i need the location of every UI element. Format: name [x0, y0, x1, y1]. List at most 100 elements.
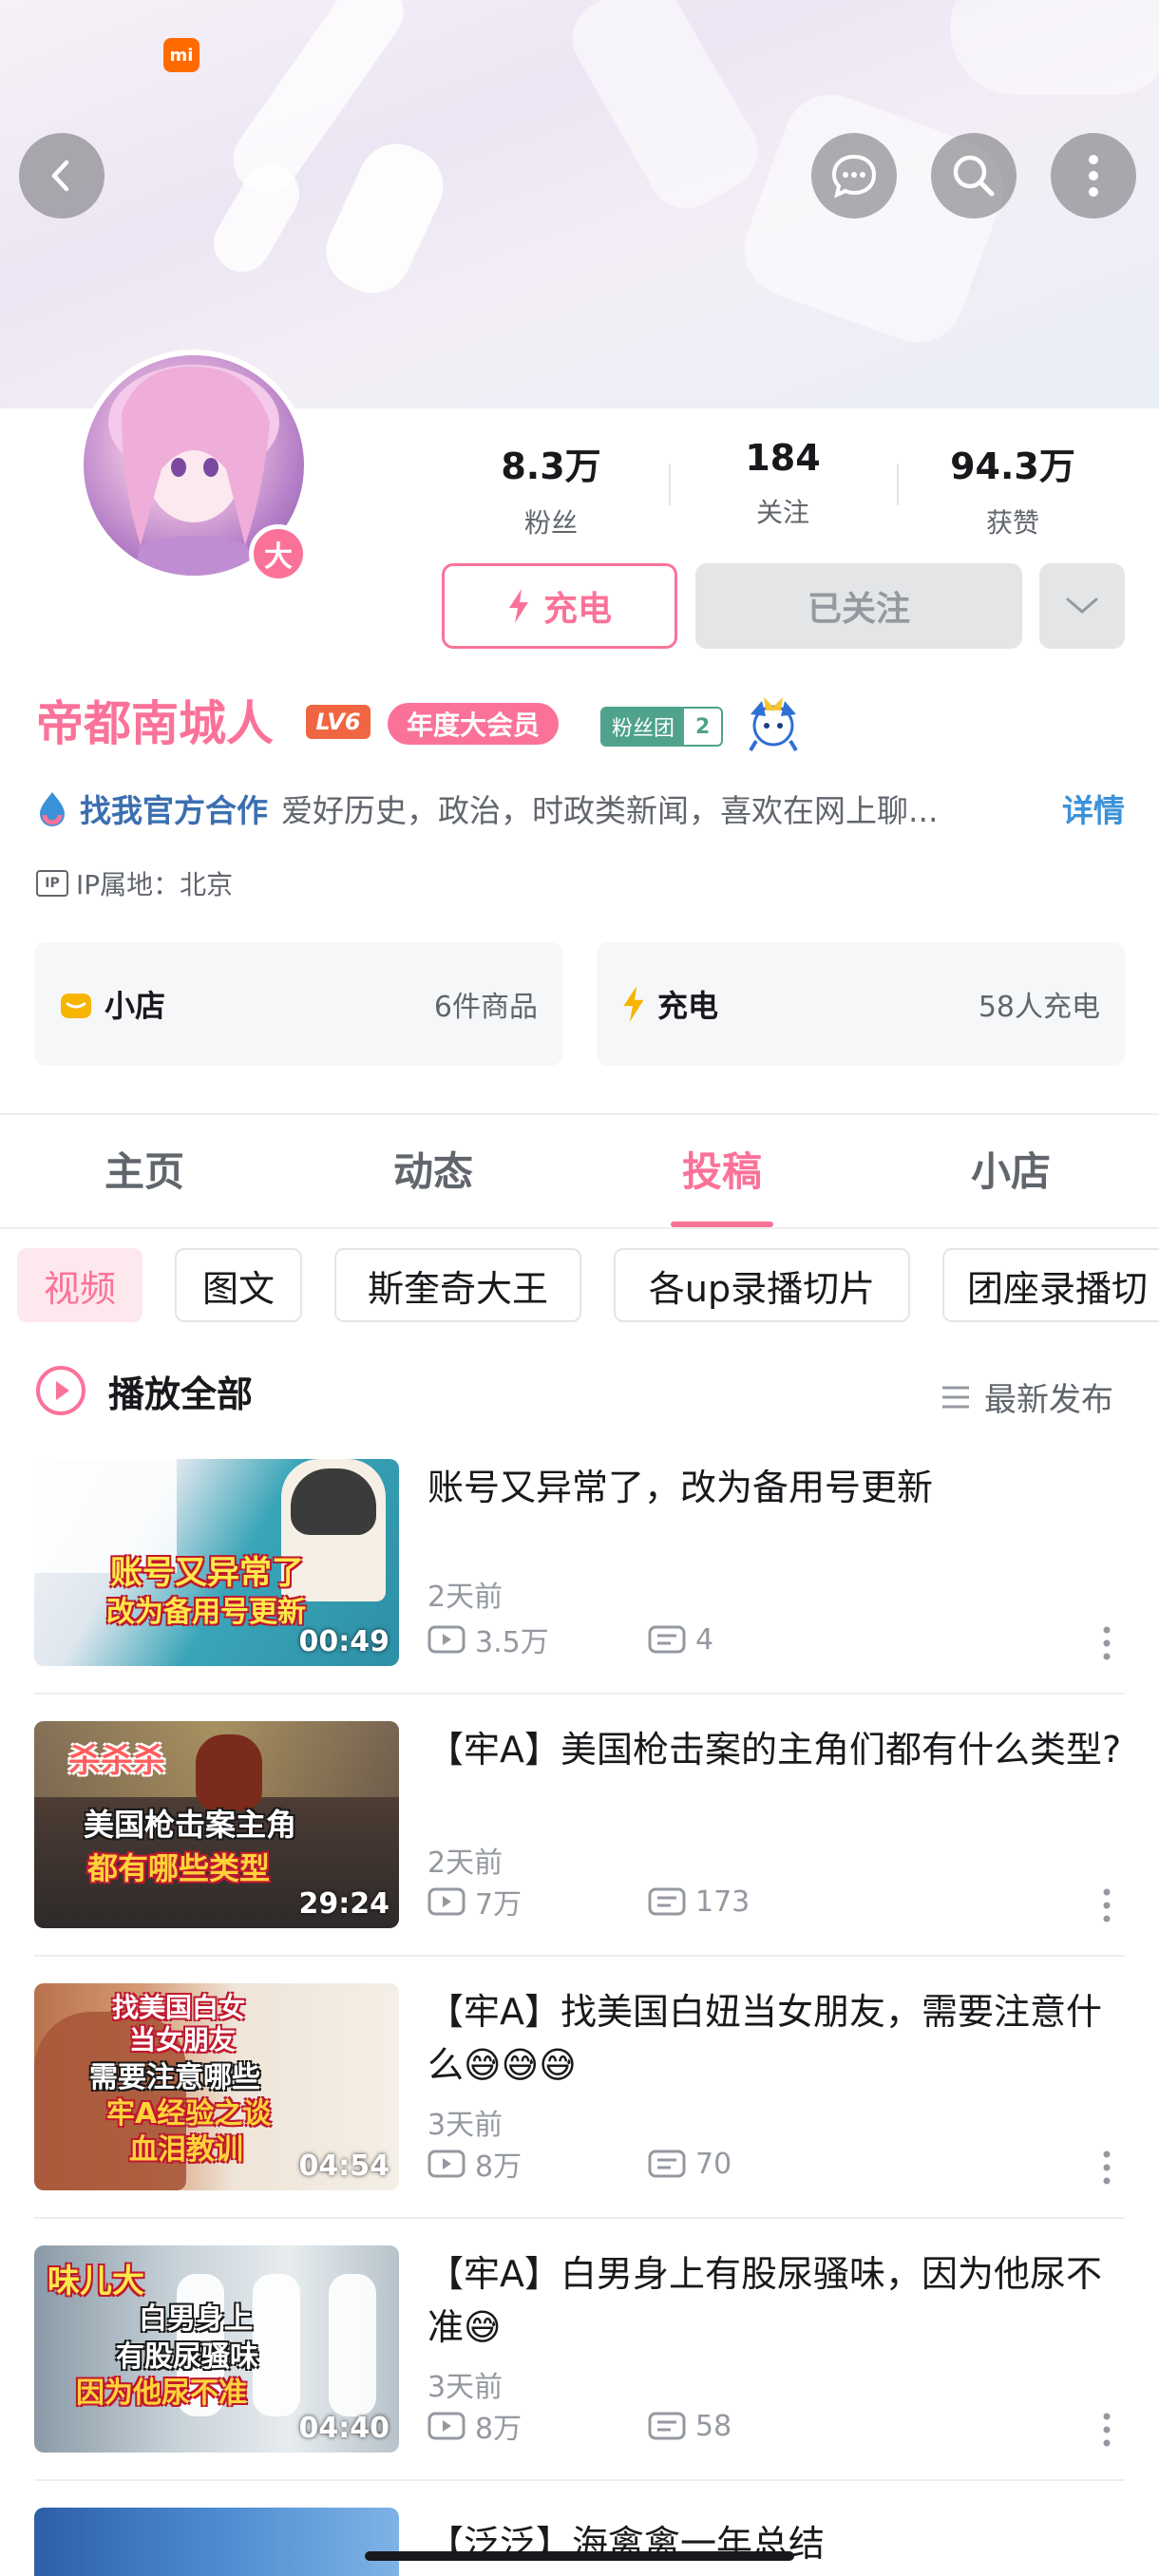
play-count-icon: [428, 2412, 466, 2440]
lightning-icon: [623, 986, 644, 1022]
vip-tag[interactable]: 年度大会员: [388, 703, 560, 745]
play-count-icon: [428, 1625, 466, 1654]
play-count-icon: [428, 2150, 466, 2178]
video-date: 2天前: [428, 1847, 504, 1880]
view-count: 7万: [475, 1888, 522, 1922]
fan-club-badge[interactable]: 粉丝团 2: [600, 707, 724, 747]
view-count: 8万: [475, 2413, 522, 2446]
stat-likes[interactable]: 94.3万 获赞: [918, 437, 1108, 540]
comment-count: 58: [695, 2409, 732, 2443]
search-button[interactable]: [931, 133, 1016, 218]
sort-button[interactable]: 最新发布: [940, 1373, 1113, 1420]
video-thumbnail[interactable]: [34, 2508, 399, 2576]
thumbnail-caption: 都有哪些类型: [87, 1850, 271, 1886]
comment-count: 70: [695, 2147, 732, 2181]
video-date: 3天前: [428, 2371, 504, 2404]
thumbnail-caption: 因为他尿不准: [76, 2377, 247, 2410]
video-stats: 8万 70: [428, 2143, 732, 2185]
view-count: 8万: [475, 2150, 522, 2184]
more-vertical-icon[interactable]: [1102, 2413, 1112, 2447]
shop-card-count: 6件商品: [433, 991, 538, 1024]
chevron-down-icon: [1066, 597, 1098, 614]
video-thumbnail[interactable]: 味儿大 白男身上 有股尿骚味 因为他尿不准 04:40: [34, 2245, 399, 2453]
play-all-button[interactable]: 播放全部: [34, 1364, 253, 1417]
divider: [0, 1227, 1159, 1229]
cooperation-icon: [40, 792, 65, 826]
back-icon: [51, 160, 69, 192]
followed-button[interactable]: 已关注: [695, 563, 1022, 649]
video-item[interactable]: 找美国白女 当女朋友 需要注意哪些 牢A经验之谈 血泪教训 04:54 【牢A】…: [0, 1983, 1159, 2245]
shop-card[interactable]: 小店 6件商品: [34, 942, 562, 1066]
thumbnail-caption: 血泪教训: [129, 2133, 243, 2167]
video-stats: 7万 173: [428, 1881, 750, 1923]
video-stats: 8万 58: [428, 2405, 732, 2447]
stat-value: 94.3万: [950, 445, 1075, 487]
video-thumbnail[interactable]: 账号又异常了 改为备用号更新 00:49: [34, 1459, 399, 1666]
divider: [897, 464, 899, 505]
back-button[interactable]: [19, 133, 104, 218]
divider: [0, 1113, 1159, 1115]
chip-collection[interactable]: 各up录播切片: [614, 1248, 910, 1322]
stat-label: 粉丝: [523, 507, 578, 539]
search-icon: [953, 155, 995, 197]
video-title: 【牢A】白男身上有股尿骚味，因为他尿不准😅: [428, 2253, 1102, 2348]
charge-card[interactable]: 充电 58人充电: [597, 942, 1125, 1066]
video-item[interactable]: 账号又异常了 改为备用号更新 00:49 账号又异常了，改为备用号更新 2天前 …: [0, 1459, 1159, 1721]
chip-image-text[interactable]: 图文: [175, 1248, 302, 1322]
bio-row[interactable]: 找我官方合作 爱好历史，政治，时政类新闻，喜欢在网上聊... 详情: [36, 785, 1125, 832]
ip-icon: IP: [36, 870, 68, 897]
cooperation-link[interactable]: 找我官方合作: [80, 786, 268, 831]
stat-following[interactable]: 184 关注: [688, 437, 878, 530]
comment-count: 4: [695, 1622, 714, 1657]
home-indicator[interactable]: [365, 2551, 794, 2561]
play-all-label: 播放全部: [108, 1373, 254, 1415]
thumbnail-caption: 杀杀杀: [68, 1742, 165, 1780]
tab-dynamics[interactable]: 动态: [338, 1140, 528, 1198]
video-title: 账号又异常了，改为备用号更新: [428, 1467, 934, 1508]
charge-label: 充电: [542, 590, 612, 629]
tab-uploads[interactable]: 投稿: [627, 1140, 817, 1198]
stat-followers[interactable]: 8.3万 粉丝: [456, 437, 646, 540]
video-duration: 00:49: [298, 1625, 390, 1658]
mascot-icon: [743, 693, 804, 756]
more-vertical-icon[interactable]: [1102, 2150, 1112, 2185]
thumbnail-caption: 美国枪击案主角: [84, 1807, 297, 1843]
view-count: 3.5万: [475, 1626, 549, 1659]
stat-label: 获赞: [985, 507, 1039, 539]
tab-shop[interactable]: 小店: [916, 1140, 1106, 1198]
ip-location: IP IP属地：北京: [36, 864, 233, 902]
chip-video[interactable]: 视频: [17, 1248, 142, 1322]
chip-collection[interactable]: 斯奎奇大王: [334, 1248, 581, 1322]
stat-label: 关注: [755, 497, 809, 528]
expand-button[interactable]: [1039, 563, 1125, 649]
video-thumbnail[interactable]: 找美国白女 当女朋友 需要注意哪些 牢A经验之谈 血泪教训 04:54: [34, 1983, 399, 2190]
chip-collection[interactable]: 团座录播切: [942, 1248, 1159, 1322]
more-vertical-icon[interactable]: [1102, 1626, 1112, 1660]
bio-text: 爱好历史，政治，时政类新闻，喜欢在网上聊...: [281, 792, 939, 829]
bio-details-link[interactable]: 详情: [1062, 786, 1125, 831]
video-thumbnail[interactable]: 杀杀杀 美国枪击案主角 都有哪些类型 29:24: [34, 1721, 399, 1928]
more-vertical-icon[interactable]: [1102, 1888, 1112, 1923]
video-item[interactable]: 味儿大 白男身上 有股尿骚味 因为他尿不准 04:40 【牢A】白男身上有股尿骚…: [0, 2245, 1159, 2508]
play-circle-icon: [36, 1366, 86, 1415]
video-date: 3天前: [428, 2109, 504, 2142]
thumbnail-caption: 当女朋友: [129, 2024, 237, 2055]
shop-card-title: 小店: [104, 988, 166, 1024]
sort-label: 最新发布: [984, 1381, 1113, 1419]
charge-button[interactable]: 充电: [442, 563, 677, 649]
vip-badge: 大: [249, 524, 308, 583]
stat-value: 184: [745, 437, 821, 479]
video-duration: 04:54: [298, 2150, 390, 2183]
fan-club-label: 粉丝团: [602, 709, 685, 745]
thumbnail-caption: 白男身上: [139, 2302, 253, 2336]
danmaku-icon: [648, 2150, 686, 2178]
ip-text: IP属地：北京: [76, 869, 234, 900]
thumbnail-caption: 账号又异常了: [110, 1554, 304, 1592]
message-button[interactable]: [811, 133, 897, 218]
more-button[interactable]: [1051, 133, 1136, 218]
shop-icon: [61, 994, 91, 1018]
mi-logo-icon: mi: [163, 38, 200, 72]
play-count-icon: [428, 1887, 466, 1916]
video-item[interactable]: 杀杀杀 美国枪击案主角 都有哪些类型 29:24 【牢A】美国枪击案的主角们都有…: [0, 1721, 1159, 1983]
tab-home[interactable]: 主页: [49, 1140, 239, 1198]
